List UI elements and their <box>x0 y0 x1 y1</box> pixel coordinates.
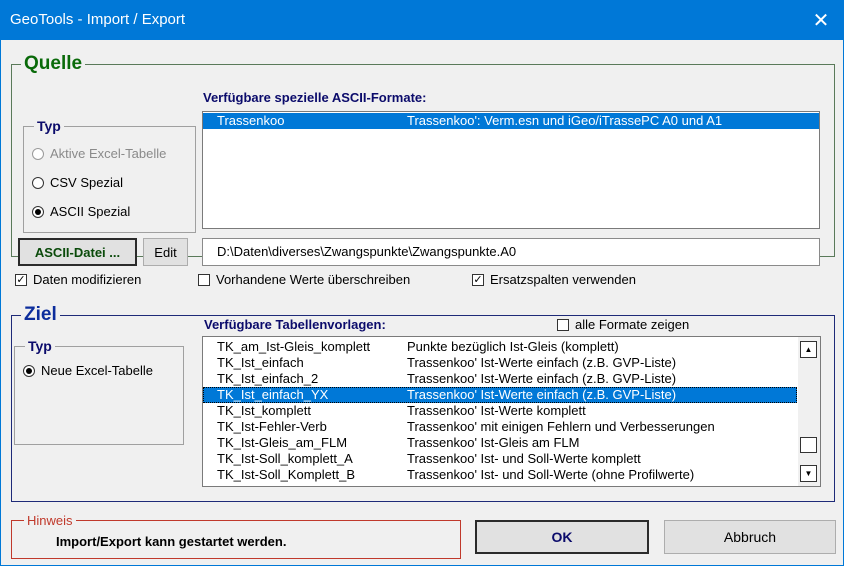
window-title: GeoTools - Import / Export <box>10 11 186 28</box>
template-description: Trassenkoo' Ist-Werte einfach (z.B. GVP-… <box>407 387 677 402</box>
checkbox-indicator <box>557 318 569 331</box>
template-description: Trassenkoo' Ist-Werte einfach (z.B. GVP-… <box>407 355 677 370</box>
list-item[interactable]: TK_am_Ist-Gleis_komplett Punkte bezüglic… <box>203 339 797 355</box>
radio-csv-spezial[interactable]: CSV Spezial <box>32 175 123 190</box>
quelle-typ-legend: Typ <box>37 118 61 134</box>
checkbox-indicator: ✓ <box>472 273 484 286</box>
list-item[interactable]: TK_Ist-Fehler-Verb Trassenkoo' mit einig… <box>203 419 797 435</box>
edit-button[interactable]: Edit <box>143 238 188 266</box>
ziel-typ-legend: Typ <box>28 338 52 354</box>
status-message: Import/Export kann gestartet werden. <box>56 534 287 549</box>
ziel-legend: Ziel <box>24 304 57 325</box>
list-item[interactable]: TK_Ist_einfach_2 Trassenkoo' Ist-Werte e… <box>203 371 797 387</box>
checkbox-indicator: ✓ <box>15 273 27 286</box>
template-name: TK_Ist-Gleis_am_FLM <box>217 435 348 450</box>
scroll-up-icon[interactable]: ▲ <box>800 341 817 358</box>
template-name: TK_Ist-Soll_komplett_A <box>217 451 353 466</box>
radio-indicator <box>32 205 44 218</box>
radio-indicator <box>32 176 44 189</box>
file-path-field[interactable]: D:\Daten\diverses\Zwangspunkte\Zwangspun… <box>202 238 820 266</box>
templates-label: Verfügbare Tabellenvorlagen: <box>204 317 386 332</box>
radio-label: CSV Spezial <box>50 175 123 190</box>
list-item[interactable]: TK_Ist-Gleis_am_FLM Trassenkoo' Ist-Glei… <box>203 435 797 451</box>
template-name: TK_Ist_einfach <box>217 355 304 370</box>
ascii-datei-button[interactable]: ASCII-Datei ... <box>18 238 137 266</box>
abbruch-button[interactable]: Abbruch <box>664 520 836 554</box>
radio-label: Neue Excel-Tabelle <box>41 363 154 378</box>
radio-neue-excel-tabelle[interactable]: Neue Excel-Tabelle <box>23 363 153 378</box>
template-description: Trassenkoo' Ist- und Soll-Werte (ohne Pr… <box>407 467 695 482</box>
template-description: Trassenkoo' Ist-Werte einfach (z.B. GVP-… <box>407 371 677 386</box>
ascii-formats-label: Verfügbare spezielle ASCII-Formate: <box>203 90 427 105</box>
daten-modifizieren-checkbox[interactable]: ✓ Daten modifizieren <box>15 272 141 287</box>
list-item[interactable]: TK_Ist-Soll_komplett_A Trassenkoo' Ist- … <box>203 451 797 467</box>
template-description: Punkte bezüglich Ist-Gleis (komplett) <box>407 339 619 354</box>
template-description: Trassenkoo' Ist-Gleis am FLM <box>407 435 580 450</box>
dialog-client: Quelle Typ Aktive Excel-Tabelle CSV Spez… <box>1 40 843 565</box>
quelle-typ-group: Typ Aktive Excel-Tabelle CSV Spezial ASC… <box>23 118 196 233</box>
radio-label: ASCII Spezial <box>50 204 131 219</box>
checkbox-indicator <box>198 273 210 286</box>
list-item[interactable]: TK_Ist_komplett Trassenkoo' Ist-Werte ko… <box>203 403 797 419</box>
radio-aktive-excel-tabelle[interactable]: Aktive Excel-Tabelle <box>32 146 166 161</box>
ascii-formats-list[interactable]: Trassenkoo Trassenkoo': Verm.esn und iGe… <box>202 111 820 229</box>
template-description: Trassenkoo' Ist-Werte komplett <box>407 403 586 418</box>
radio-ascii-spezial[interactable]: ASCII Spezial <box>32 204 130 219</box>
list-item[interactable]: TK_Ist_einfach Trassenkoo' Ist-Werte ein… <box>203 355 797 371</box>
ersatzspalten-checkbox[interactable]: ✓ Ersatzspalten verwenden <box>472 272 636 287</box>
template-name: TK_Ist_komplett <box>217 403 311 418</box>
title-bar: GeoTools - Import / Export ✕ <box>0 0 844 40</box>
ziel-typ-group: Typ Neue Excel-Tabelle <box>14 338 184 445</box>
radio-indicator <box>32 147 44 160</box>
werte-ueberschreiben-checkbox[interactable]: Vorhandene Werte überschreiben <box>198 272 410 287</box>
quelle-group: Quelle Typ Aktive Excel-Tabelle CSV Spez… <box>11 53 835 266</box>
scroll-thumb[interactable] <box>800 437 817 453</box>
template-name: TK_am_Ist-Gleis_komplett <box>217 339 371 354</box>
ok-button[interactable]: OK <box>475 520 649 554</box>
hinweis-legend: Hinweis <box>27 513 73 528</box>
radio-label: Aktive Excel-Tabelle <box>50 146 167 161</box>
scroll-down-icon[interactable]: ▼ <box>800 465 817 482</box>
list-item[interactable]: TK_Ist_einfach_YX Trassenkoo' Ist-Werte … <box>203 387 797 403</box>
template-description: Trassenkoo' mit einigen Fehlern und Verb… <box>407 419 715 434</box>
quelle-legend: Quelle <box>24 53 83 74</box>
templates-list[interactable]: TK_am_Ist-Gleis_komplett Punkte bezüglic… <box>202 336 821 487</box>
radio-indicator <box>23 364 35 377</box>
list-item[interactable]: TK_Ist-Soll_Komplett_B Trassenkoo' Ist- … <box>203 467 797 483</box>
alle-formate-checkbox[interactable]: alle Formate zeigen <box>557 317 689 332</box>
templates-scrollbar[interactable]: ▲ ▼ <box>798 337 820 486</box>
template-name: TK_Ist-Soll_Komplett_B <box>217 467 356 482</box>
checkbox-label: alle Formate zeigen <box>575 317 690 332</box>
list-item[interactable]: Trassenkoo Trassenkoo': Verm.esn und iGe… <box>203 113 819 129</box>
template-name: TK_Ist_einfach_2 <box>217 371 319 386</box>
template-description: Trassenkoo' Ist- und Soll-Werte komplett <box>407 451 641 466</box>
checkbox-label: Ersatzspalten verwenden <box>490 272 636 287</box>
template-name: TK_Ist_einfach_YX <box>217 387 329 402</box>
checkbox-label: Vorhandene Werte überschreiben <box>216 272 411 287</box>
close-icon[interactable]: ✕ <box>798 0 844 40</box>
format-description: Trassenkoo': Verm.esn und iGeo/iTrassePC… <box>407 113 723 128</box>
template-name: TK_Ist-Fehler-Verb <box>217 419 327 434</box>
hinweis-group: Hinweis Import/Export kann gestartet wer… <box>11 513 461 559</box>
format-name: Trassenkoo <box>217 113 285 128</box>
checkbox-label: Daten modifizieren <box>33 272 142 287</box>
